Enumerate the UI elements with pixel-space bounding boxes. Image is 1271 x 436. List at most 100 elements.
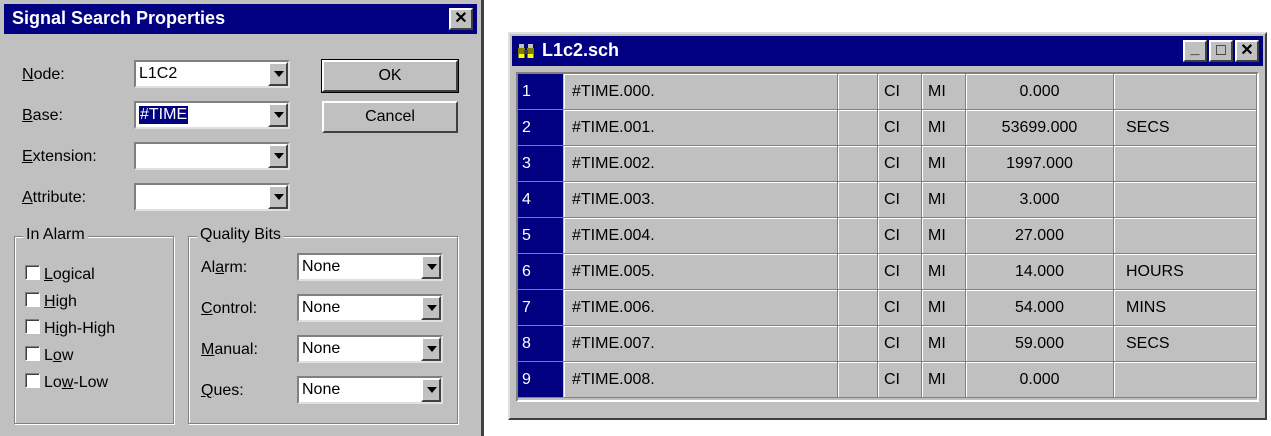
- dialog-titlebar[interactable]: Signal Search Properties ✕: [4, 4, 477, 34]
- value-cell[interactable]: 27.000: [966, 218, 1114, 254]
- mi-cell[interactable]: MI: [922, 110, 966, 146]
- unit-cell[interactable]: SECS: [1114, 326, 1257, 362]
- cl-cell[interactable]: CI: [878, 146, 922, 182]
- cancel-button[interactable]: Cancel: [322, 101, 458, 133]
- row-number[interactable]: 2: [518, 110, 564, 146]
- high-checkbox[interactable]: High: [25, 292, 77, 310]
- extension-combo[interactable]: [134, 142, 290, 170]
- signal-name-cell[interactable]: #TIME.003.: [564, 182, 838, 218]
- signal-name-cell[interactable]: #TIME.000.: [564, 74, 838, 110]
- unit-cell[interactable]: HOURS: [1114, 254, 1257, 290]
- signal-name-cell[interactable]: #TIME.001.: [564, 110, 838, 146]
- value-cell[interactable]: 53699.000: [966, 110, 1114, 146]
- unit-cell[interactable]: [1114, 362, 1257, 398]
- unit-cell[interactable]: [1114, 218, 1257, 254]
- value-cell[interactable]: 0.000: [966, 74, 1114, 110]
- value-cell[interactable]: 1997.000: [966, 146, 1114, 182]
- row-number[interactable]: 4: [518, 182, 564, 218]
- mi-cell[interactable]: MI: [922, 74, 966, 110]
- mi-cell[interactable]: MI: [922, 146, 966, 182]
- empty-cell[interactable]: [838, 182, 878, 218]
- ques-combo[interactable]: None: [297, 376, 443, 404]
- table-row[interactable]: 6 #TIME.005. CI MI 14.000 HOURS: [518, 254, 1257, 290]
- empty-cell[interactable]: [838, 326, 878, 362]
- unit-cell[interactable]: [1114, 74, 1257, 110]
- minimize-button[interactable]: _: [1183, 40, 1207, 62]
- value-cell[interactable]: 59.000: [966, 326, 1114, 362]
- empty-cell[interactable]: [838, 146, 878, 182]
- extension-dropdown-button[interactable]: [268, 144, 288, 168]
- table-row[interactable]: 8 #TIME.007. CI MI 59.000 SECS: [518, 326, 1257, 362]
- signal-name-cell[interactable]: #TIME.006.: [564, 290, 838, 326]
- cl-cell[interactable]: CI: [878, 362, 922, 398]
- unit-cell[interactable]: [1114, 146, 1257, 182]
- mi-cell[interactable]: MI: [922, 218, 966, 254]
- empty-cell[interactable]: [838, 362, 878, 398]
- empty-cell[interactable]: [838, 110, 878, 146]
- control-dropdown-button[interactable]: [421, 296, 441, 320]
- cl-cell[interactable]: CI: [878, 254, 922, 290]
- node-dropdown-button[interactable]: [268, 62, 288, 86]
- mi-cell[interactable]: MI: [922, 326, 966, 362]
- manual-dropdown-button[interactable]: [421, 337, 441, 361]
- unit-cell[interactable]: [1114, 182, 1257, 218]
- cl-cell[interactable]: CI: [878, 290, 922, 326]
- base-combo[interactable]: #TIME: [134, 101, 290, 129]
- empty-cell[interactable]: [838, 290, 878, 326]
- alarm-dropdown-button[interactable]: [421, 255, 441, 279]
- cl-cell[interactable]: CI: [878, 110, 922, 146]
- dialog-close-button[interactable]: ✕: [449, 8, 473, 30]
- low-low-checkbox[interactable]: Low-Low: [25, 373, 108, 391]
- manual-combo[interactable]: None: [297, 335, 443, 363]
- value-cell[interactable]: 14.000: [966, 254, 1114, 290]
- table-row[interactable]: 3 #TIME.002. CI MI 1997.000: [518, 146, 1257, 182]
- schedule-titlebar[interactable]: L1c2.sch _ □ ✕: [512, 36, 1263, 66]
- signal-name-cell[interactable]: #TIME.005.: [564, 254, 838, 290]
- node-combo[interactable]: L1C2: [134, 60, 290, 88]
- logical-checkbox[interactable]: Logical: [25, 265, 95, 283]
- control-combo[interactable]: None: [297, 294, 443, 322]
- value-cell[interactable]: 0.000: [966, 362, 1114, 398]
- high-high-checkbox[interactable]: High-High: [25, 319, 115, 337]
- mi-cell[interactable]: MI: [922, 182, 966, 218]
- schedule-close-button[interactable]: ✕: [1235, 40, 1259, 62]
- unit-cell[interactable]: MINS: [1114, 290, 1257, 326]
- attribute-dropdown-button[interactable]: [268, 185, 288, 209]
- ques-dropdown-button[interactable]: [421, 378, 441, 402]
- maximize-button[interactable]: □: [1209, 40, 1233, 62]
- table-row[interactable]: 9 #TIME.008. CI MI 0.000: [518, 362, 1257, 398]
- mi-cell[interactable]: MI: [922, 290, 966, 326]
- unit-cell[interactable]: SECS: [1114, 110, 1257, 146]
- signal-name-cell[interactable]: #TIME.002.: [564, 146, 838, 182]
- row-number[interactable]: 1: [518, 74, 564, 110]
- empty-cell[interactable]: [838, 74, 878, 110]
- signal-name-cell[interactable]: #TIME.008.: [564, 362, 838, 398]
- cl-cell[interactable]: CI: [878, 182, 922, 218]
- table-row[interactable]: 5 #TIME.004. CI MI 27.000: [518, 218, 1257, 254]
- row-number[interactable]: 6: [518, 254, 564, 290]
- table-row[interactable]: 4 #TIME.003. CI MI 3.000: [518, 182, 1257, 218]
- attribute-combo[interactable]: [134, 183, 290, 211]
- empty-cell[interactable]: [838, 254, 878, 290]
- value-cell[interactable]: 54.000: [966, 290, 1114, 326]
- row-number[interactable]: 8: [518, 326, 564, 362]
- table-row[interactable]: 2 #TIME.001. CI MI 53699.000 SECS: [518, 110, 1257, 146]
- row-number[interactable]: 3: [518, 146, 564, 182]
- cl-cell[interactable]: CI: [878, 218, 922, 254]
- row-number[interactable]: 5: [518, 218, 564, 254]
- value-cell[interactable]: 3.000: [966, 182, 1114, 218]
- signal-name-cell[interactable]: #TIME.004.: [564, 218, 838, 254]
- table-row[interactable]: 7 #TIME.006. CI MI 54.000 MINS: [518, 290, 1257, 326]
- empty-cell[interactable]: [838, 218, 878, 254]
- row-number[interactable]: 9: [518, 362, 564, 398]
- signal-name-cell[interactable]: #TIME.007.: [564, 326, 838, 362]
- low-checkbox[interactable]: Low: [25, 346, 73, 364]
- ok-button[interactable]: OK: [321, 59, 459, 93]
- mi-cell[interactable]: MI: [922, 362, 966, 398]
- table-row[interactable]: 1 #TIME.000. CI MI 0.000: [518, 74, 1257, 110]
- cl-cell[interactable]: CI: [878, 326, 922, 362]
- base-dropdown-button[interactable]: [268, 103, 288, 127]
- alarm-combo[interactable]: None: [297, 253, 443, 281]
- row-number[interactable]: 7: [518, 290, 564, 326]
- mi-cell[interactable]: MI: [922, 254, 966, 290]
